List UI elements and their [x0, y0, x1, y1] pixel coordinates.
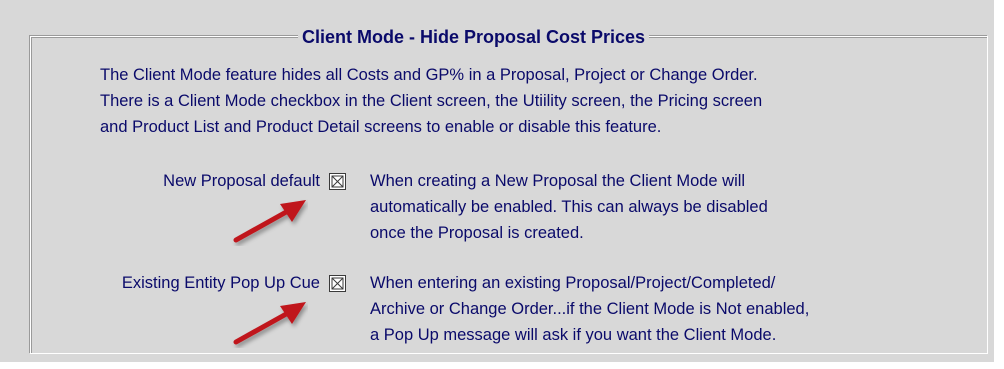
- description-line: once the Proposal is created.: [370, 224, 584, 242]
- panel-edge: [994, 0, 1004, 369]
- description-line: a Pop Up message will ask if you want th…: [370, 326, 777, 344]
- intro-line: and Product List and Product Detail scre…: [100, 118, 662, 136]
- red-arrow-icon: [233, 302, 306, 345]
- existing-entity-popup-label: Existing Entity Pop Up Cue: [121, 274, 320, 292]
- new-proposal-default-description: When creating a New Proposal the Client …: [370, 168, 768, 246]
- description-line: When creating a New Proposal the Client …: [370, 172, 746, 190]
- description-line: automatically be enabled. This can alway…: [370, 198, 768, 216]
- description-line: Archive or Change Order...if the Client …: [370, 300, 810, 318]
- panel-edge-bottom: [0, 362, 1004, 369]
- intro-line: The Client Mode feature hides all Costs …: [100, 66, 758, 84]
- groupbox-title: Client Mode - Hide Proposal Cost Prices: [298, 26, 650, 48]
- description-line: When entering an existing Proposal/Proje…: [370, 274, 776, 292]
- existing-entity-popup-description: When entering an existing Proposal/Proje…: [370, 270, 809, 348]
- x-mark-icon: [331, 175, 344, 188]
- new-proposal-default-checkbox[interactable]: [329, 173, 346, 190]
- existing-entity-popup-checkbox[interactable]: [329, 275, 346, 292]
- intro-line: There is a Client Mode checkbox in the C…: [100, 92, 763, 110]
- intro-text: The Client Mode feature hides all Costs …: [100, 62, 762, 140]
- new-proposal-default-label: New Proposal default: [163, 172, 320, 190]
- red-arrow-icon: [233, 200, 306, 243]
- x-mark-icon: [331, 277, 344, 290]
